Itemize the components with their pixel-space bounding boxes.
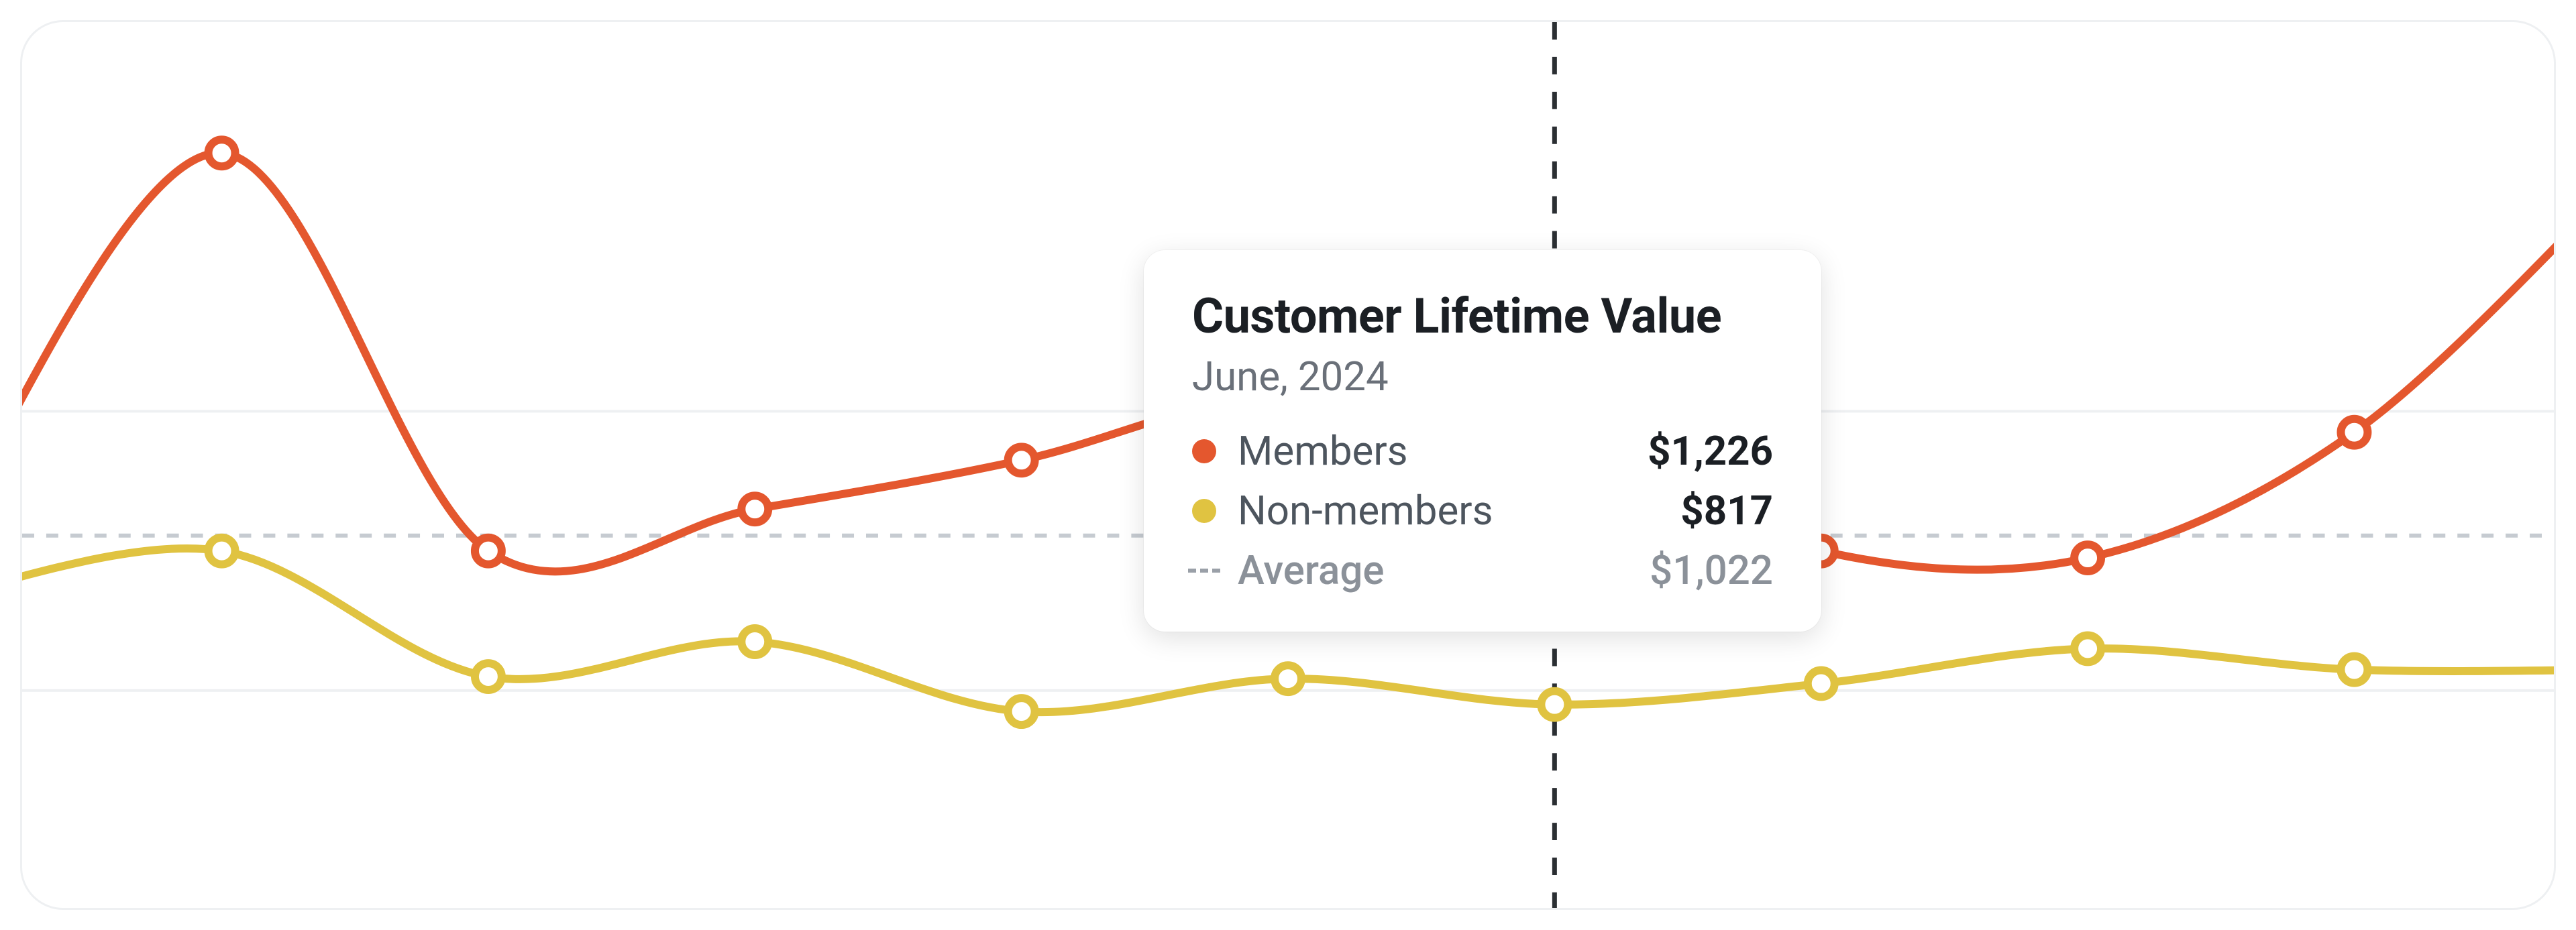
tooltip-value: $817: [1680, 487, 1773, 534]
tooltip-value: $1,022: [1650, 546, 1773, 594]
data-point[interactable]: [2341, 419, 2367, 446]
tooltip-value: $1,226: [1648, 427, 1773, 475]
tooltip-subtitle: June, 2024: [1192, 353, 1773, 400]
data-point[interactable]: [1808, 670, 1835, 697]
data-point[interactable]: [209, 139, 235, 166]
tooltip-label: Non-members: [1238, 487, 1659, 534]
data-point[interactable]: [475, 663, 502, 690]
tooltip-label: Average: [1238, 546, 1628, 594]
data-point[interactable]: [741, 628, 768, 655]
tooltip-row-nonmembers: Non-members $817: [1192, 487, 1773, 534]
data-point[interactable]: [741, 496, 768, 522]
swatch-icon: [1192, 439, 1216, 463]
tooltip-row-average: Average $1,022: [1192, 546, 1773, 594]
chart-tooltip: Customer Lifetime Value June, 2024 Membe…: [1144, 250, 1821, 632]
data-point[interactable]: [1541, 691, 1568, 718]
data-point[interactable]: [1008, 698, 1035, 725]
data-point[interactable]: [2074, 544, 2101, 571]
data-point[interactable]: [2074, 635, 2101, 662]
dash-icon: [1188, 559, 1220, 583]
swatch-icon: [1192, 499, 1216, 523]
data-point[interactable]: [1008, 447, 1035, 473]
data-point[interactable]: [2341, 656, 2367, 683]
chart-card: Customer Lifetime Value June, 2024 Membe…: [20, 20, 2556, 910]
data-point[interactable]: [1275, 665, 1301, 692]
data-point[interactable]: [475, 538, 502, 565]
tooltip-row-members: Members $1,226: [1192, 427, 1773, 475]
tooltip-label: Members: [1238, 427, 1626, 475]
tooltip-title: Customer Lifetime Value: [1192, 288, 1773, 345]
data-point[interactable]: [209, 538, 235, 565]
